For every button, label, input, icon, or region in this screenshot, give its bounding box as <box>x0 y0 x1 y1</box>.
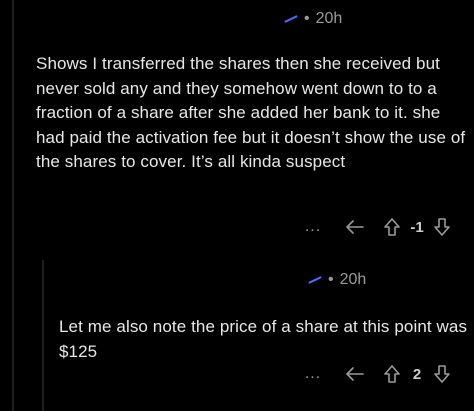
comment-actions: ... -1 <box>302 217 454 237</box>
vote-score: -1 <box>410 218 424 236</box>
more-options-icon[interactable]: ... <box>302 218 324 236</box>
thread-line <box>12 0 14 411</box>
reply-meta: • 20h <box>308 271 366 289</box>
reply-body: Let me also note the price of a share at… <box>59 317 468 361</box>
downvote-icon[interactable] <box>430 364 454 384</box>
meta-separator: • <box>304 10 310 27</box>
reply-actions: ... 2 <box>302 364 454 384</box>
more-options-icon[interactable]: ... <box>302 365 324 383</box>
user-avatar-icon[interactable] <box>308 276 322 284</box>
vote-score: 2 <box>412 365 422 383</box>
comment-timestamp: 20h <box>339 271 367 288</box>
comment-body: Shows I transferred the shares then she … <box>36 54 466 171</box>
downvote-icon[interactable] <box>430 217 454 237</box>
comment-meta: • 20h <box>284 10 342 28</box>
meta-separator: • <box>328 271 334 288</box>
upvote-icon[interactable] <box>380 364 404 384</box>
upvote-icon[interactable] <box>380 217 404 237</box>
reply-icon[interactable] <box>338 366 372 382</box>
user-avatar-icon[interactable] <box>284 15 298 23</box>
reply-icon[interactable] <box>338 219 372 235</box>
comment-timestamp: 20h <box>315 10 343 27</box>
reply-thread-line <box>42 260 44 411</box>
